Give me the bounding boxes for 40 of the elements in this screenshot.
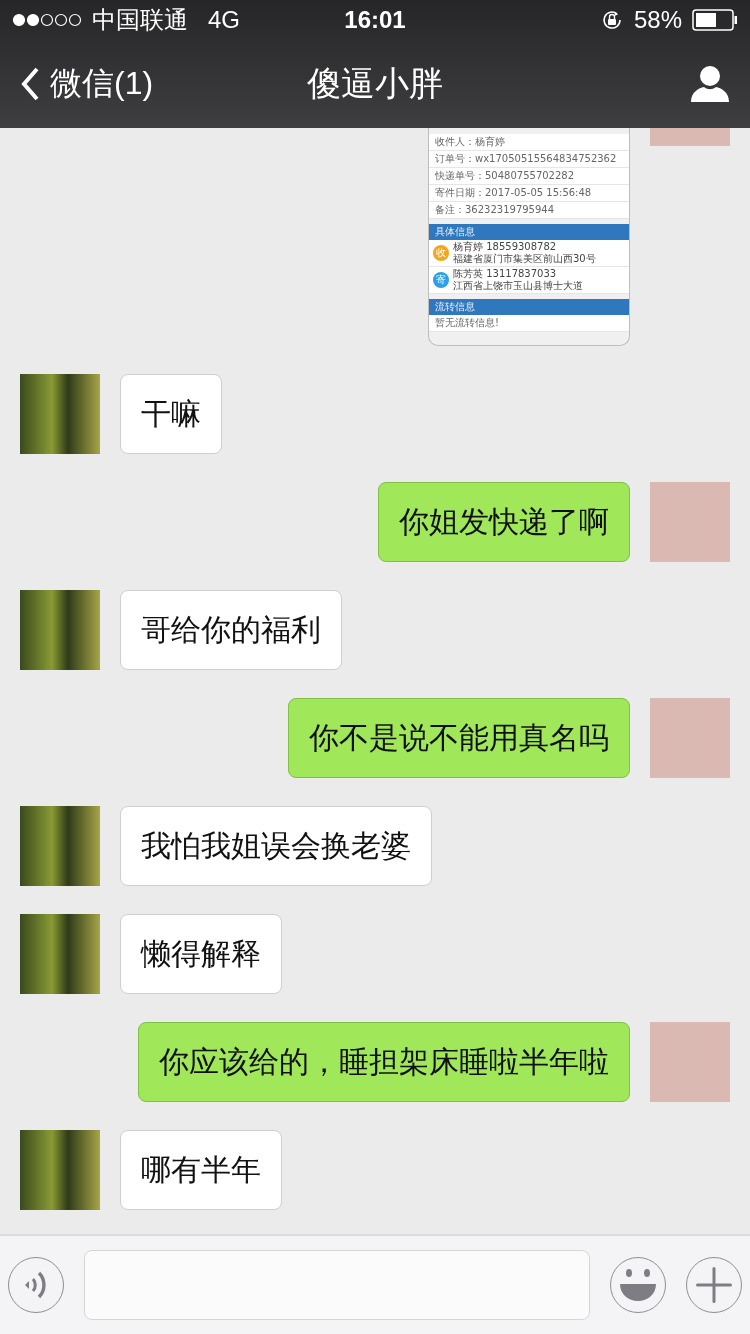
section-header: 流转信息 (429, 299, 629, 315)
avatar-placeholder[interactable] (20, 914, 100, 994)
message-bubble: 哪有半年 (120, 1130, 282, 1210)
battery-percent: 58% (633, 6, 682, 34)
contact-line: 陈芳英 13117837033 (453, 268, 558, 280)
network-type: 4G (208, 6, 240, 34)
order-field: 订单号：wx17050515564834752362 (429, 151, 629, 168)
chat-title: 傻逼小胖 (307, 62, 443, 105)
chevron-left-icon (20, 66, 40, 102)
message-bubble: 你应该给的，睡担架床睡啦半年啦 (138, 1022, 630, 1102)
carrier-name: 中国联通 (92, 5, 188, 36)
message-bubble: 哥给你的福利 (120, 590, 342, 670)
order-field: 备注：36232319795944 (429, 202, 629, 219)
contact-badge: 寄 (433, 272, 449, 288)
smiley-icon (618, 1268, 658, 1302)
message-bubble: 我怕我姐误会换老婆 (120, 806, 432, 886)
contact-line: 杨育婷 18559308782 (453, 241, 558, 253)
message-bubble: 你不是说不能用真名吗 (288, 698, 630, 778)
order-field: 寄件日期：2017-05-05 15:56:48 (429, 185, 629, 202)
contact-address: 江西省上饶市玉山县博士大道 (453, 280, 583, 292)
avatar-placeholder[interactable] (20, 590, 100, 670)
profile-icon[interactable] (690, 65, 730, 103)
plus-icon (696, 1267, 732, 1303)
message-bubble: 懒得解释 (120, 914, 282, 994)
order-field: 快递单号：50480755702282 (429, 168, 629, 185)
avatar-placeholder[interactable] (20, 1130, 100, 1210)
battery-icon (692, 9, 738, 31)
avatar-placeholder[interactable] (20, 374, 100, 454)
status-time: 16:01 (344, 6, 406, 34)
message-input[interactable] (84, 1250, 590, 1320)
message-bubble: 干嘛 (120, 374, 222, 454)
transit-note: 暂无流转信息! (429, 315, 629, 332)
message-bubble: 你姐发快递了啊 (378, 482, 630, 562)
avatar-placeholder[interactable] (20, 806, 100, 886)
back-button[interactable]: 微信(1) (20, 62, 154, 106)
contact-address: 福建省厦门市集美区前山西30号 (453, 253, 596, 265)
section-header: 具体信息 (429, 224, 629, 240)
signal-icon (12, 13, 82, 27)
contact-badge: 收 (433, 245, 449, 261)
order-field: 收件人：杨育婷 (429, 134, 629, 151)
